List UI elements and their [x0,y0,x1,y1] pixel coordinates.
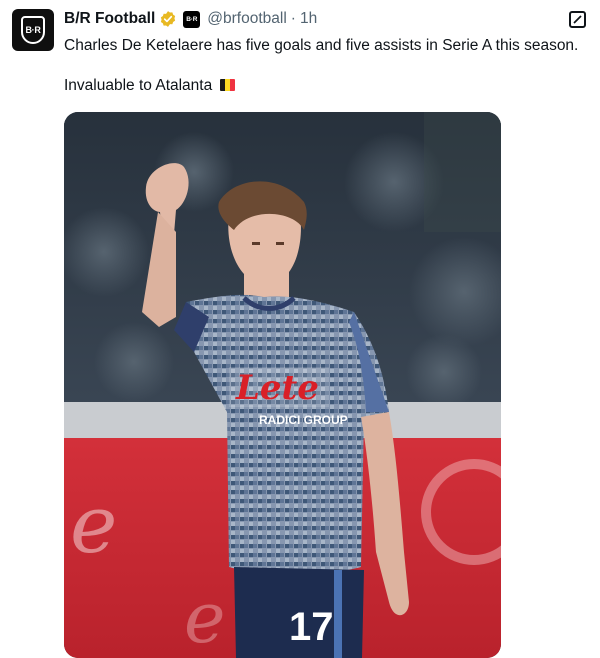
affiliate-badge-text: B·R [186,15,198,23]
svg-text:e: e [70,478,117,571]
timestamp[interactable]: 1h [300,10,317,28]
belgium-flag-icon [219,79,235,91]
shirt-sub-sponsor: RADICI GROUP [259,413,348,427]
author-name[interactable]: B/R Football [64,10,155,28]
separator-dot: · [290,10,296,27]
avatar-text: B·R [25,25,41,35]
shorts-number: 17 [289,605,334,649]
svg-text:e: e [184,577,225,658]
br-logo-icon: B·R [21,16,45,44]
tweet-photo[interactable]: e e Lete RADICI GROUP 17 [64,112,501,658]
shirt-sponsor: Lete [235,368,319,408]
verified-badge-icon[interactable] [159,10,177,28]
avatar[interactable]: B·R [12,9,54,51]
edit-icon[interactable] [569,11,586,28]
tweet-header: B/R Football B·R @brfootball · 1h [64,9,560,29]
tweet-text-line2: Invaluable to Atalanta [64,77,213,94]
tweet-text-line2-wrap: Invaluable to Atalanta [64,76,600,96]
affiliate-badge-icon[interactable]: B·R [183,10,201,28]
player-photo-illustration: e e Lete RADICI GROUP 17 [64,112,501,658]
tweet-text-line1: Charles De Ketelaere has five goals and … [64,37,579,54]
tweet-text: Charles De Ketelaere has five goals and … [64,36,600,96]
author-handle[interactable]: @brfootball [207,10,287,28]
